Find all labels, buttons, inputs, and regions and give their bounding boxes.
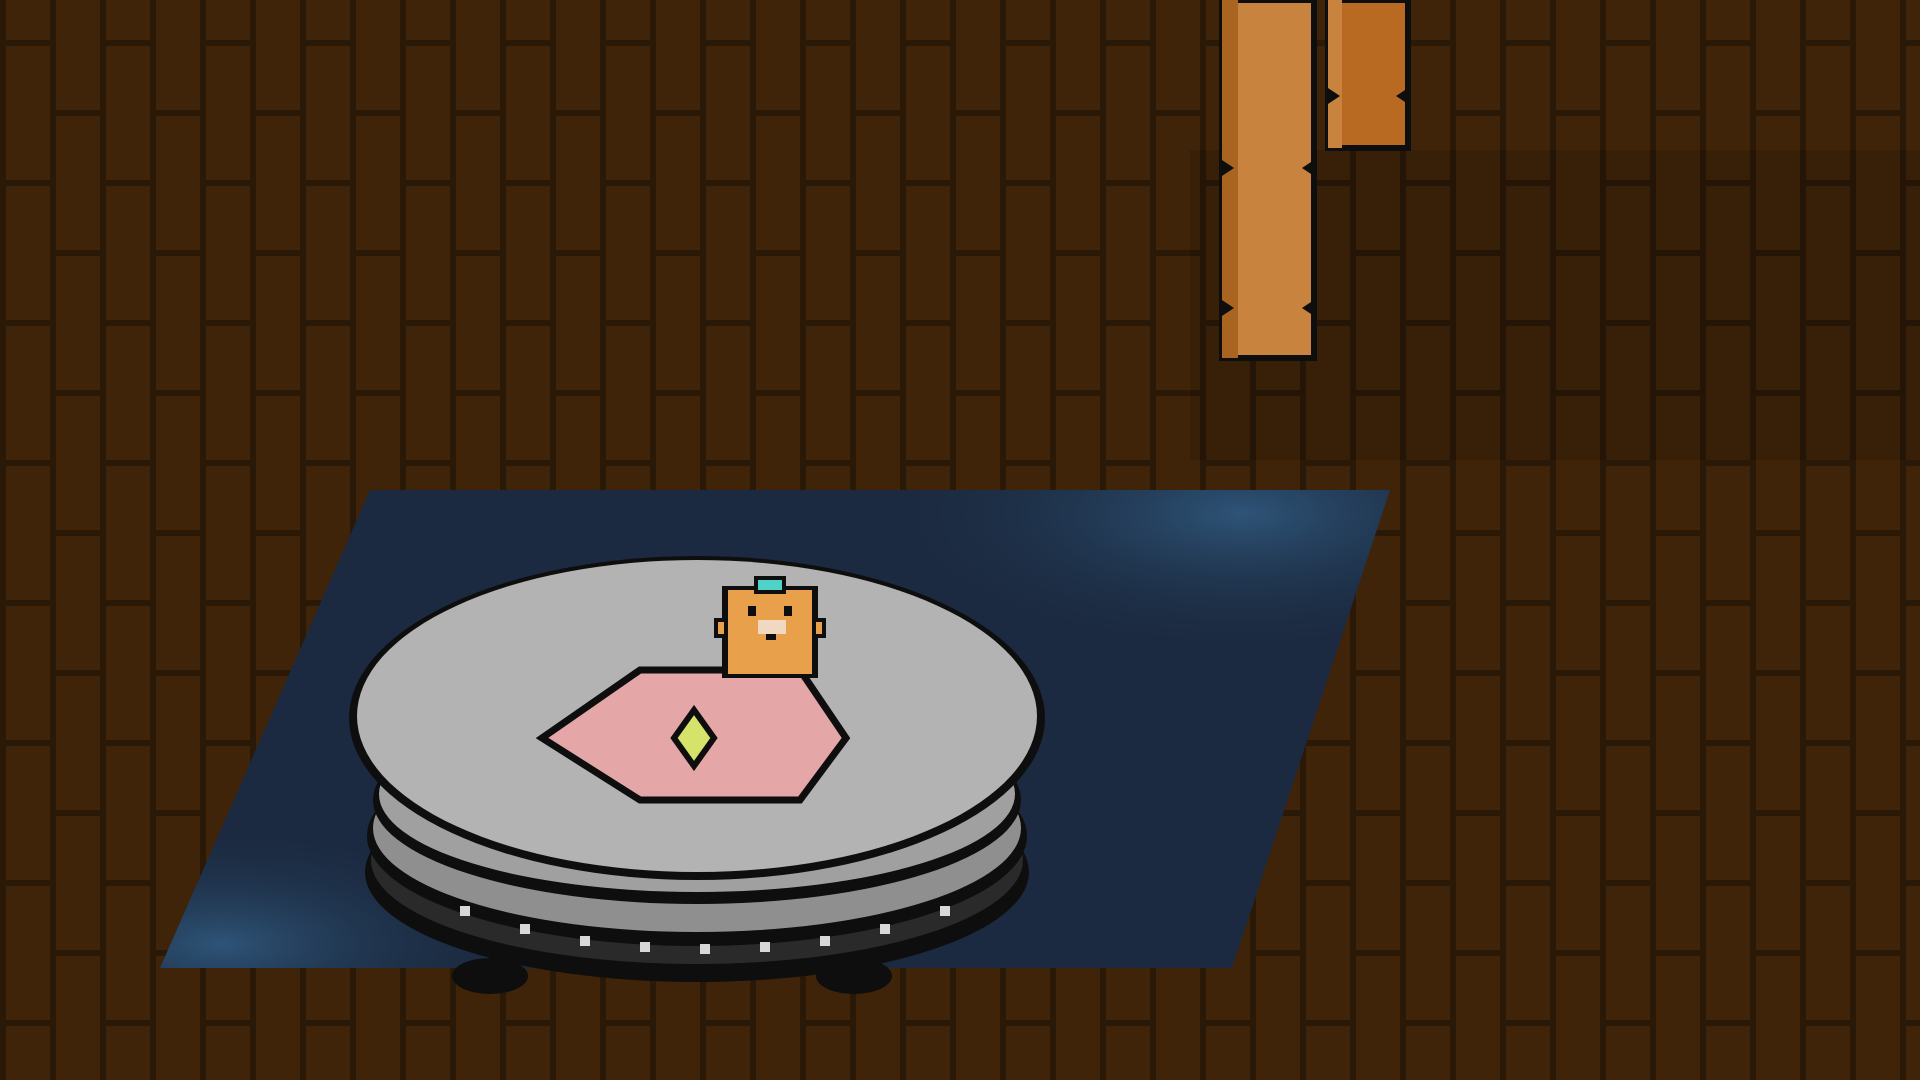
hamster-sprite-icon bbox=[714, 576, 826, 678]
table-leg-left bbox=[1219, 0, 1317, 361]
robot-vacuum bbox=[349, 556, 1045, 994]
table-leg-right bbox=[1325, 0, 1411, 151]
game-scene bbox=[0, 0, 1920, 1080]
game-canvas bbox=[0, 0, 1920, 1080]
